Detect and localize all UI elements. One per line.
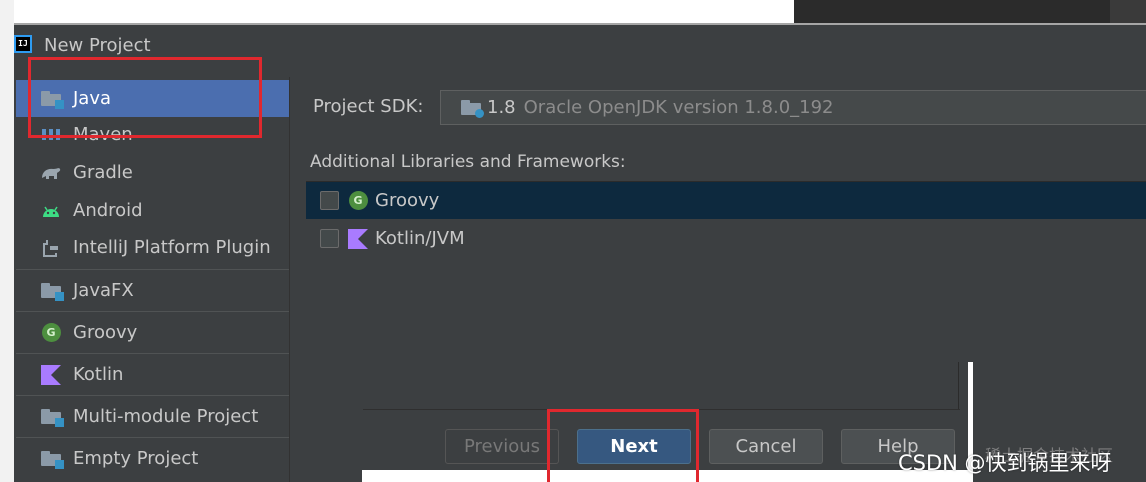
annotation-box-next: [547, 409, 699, 482]
intellij-app-icon: IJ: [14, 35, 32, 53]
gradle-icon: [40, 162, 62, 184]
background-window-strip-dark: [794, 0, 1110, 23]
annotation-box-java: [28, 57, 262, 138]
sidebar-item-groovy[interactable]: G Groovy: [16, 314, 289, 351]
window-title: New Project: [44, 35, 151, 56]
sidebar-item-multi-module-project[interactable]: Multi-module Project: [16, 398, 289, 435]
library-row-kotlin-jvm[interactable]: Kotlin/JVM: [306, 220, 1146, 257]
folder-icon: [40, 406, 64, 428]
sidebar-item-label: JavaFX: [73, 280, 134, 301]
sidebar-item-javafx[interactable]: JavaFX: [16, 272, 289, 309]
sidebar-separator: [16, 353, 289, 354]
sidebar-item-label: Groovy: [73, 322, 138, 343]
libraries-list: G Groovy Kotlin/JVM: [306, 181, 1146, 411]
groovy-icon: G: [40, 322, 62, 344]
libraries-frameworks-label: Additional Libraries and Frameworks:: [310, 152, 626, 172]
sidebar-item-gradle[interactable]: Gradle: [16, 154, 289, 191]
list-divider: [958, 362, 959, 410]
folder-icon: [40, 448, 64, 470]
kotlin-icon: [40, 364, 62, 386]
sidebar-separator: [16, 437, 289, 438]
library-row-groovy[interactable]: G Groovy: [306, 182, 1146, 219]
kotlin-jvm-checkbox[interactable]: [320, 229, 339, 248]
cancel-button[interactable]: Cancel: [709, 429, 823, 464]
sidebar-item-label: Multi-module Project: [73, 406, 259, 427]
android-icon: [40, 200, 62, 222]
groovy-checkbox[interactable]: [320, 191, 339, 210]
sidebar-separator: [16, 395, 289, 396]
sidebar-item-label: Gradle: [73, 162, 133, 183]
sidebar-item-label: Android: [73, 200, 143, 221]
sidebar-item-kotlin[interactable]: Kotlin: [16, 356, 289, 393]
sidebar-item-android[interactable]: Android: [16, 192, 289, 229]
project-sdk-label: Project SDK:: [313, 96, 424, 117]
sdk-version: 1.8: [487, 97, 516, 118]
library-label: Kotlin/JVM: [375, 228, 465, 249]
kotlin-icon: [347, 228, 369, 250]
plugin-icon: [40, 237, 62, 259]
folder-icon: [40, 280, 64, 302]
csdn-watermark: CSDN @快到锅里来呀: [898, 451, 1112, 475]
sidebar-item-empty-project[interactable]: Empty Project: [16, 440, 289, 477]
sidebar-separator: [16, 311, 289, 312]
outer-margin: [0, 0, 14, 482]
groovy-icon: G: [347, 190, 369, 212]
sdk-folder-icon: [461, 100, 484, 118]
previous-button[interactable]: Previous: [445, 429, 559, 464]
sidebar-item-label: Empty Project: [73, 448, 199, 469]
library-label: Groovy: [375, 190, 440, 211]
sidebar-item-label: IntelliJ Platform Plugin: [73, 237, 271, 258]
project-sdk-dropdown[interactable]: 1.8 Oracle OpenJDK version 1.8.0_192: [440, 90, 1146, 125]
sidebar-separator: [16, 269, 289, 270]
sdk-name: Oracle OpenJDK version 1.8.0_192: [523, 97, 834, 118]
sidebar-item-label: Kotlin: [73, 364, 124, 385]
background-window-strip: [14, 0, 794, 23]
background-window-strip-edge: [1110, 0, 1146, 23]
sidebar-item-intellij-platform-plugin[interactable]: IntelliJ Platform Plugin: [16, 229, 289, 266]
